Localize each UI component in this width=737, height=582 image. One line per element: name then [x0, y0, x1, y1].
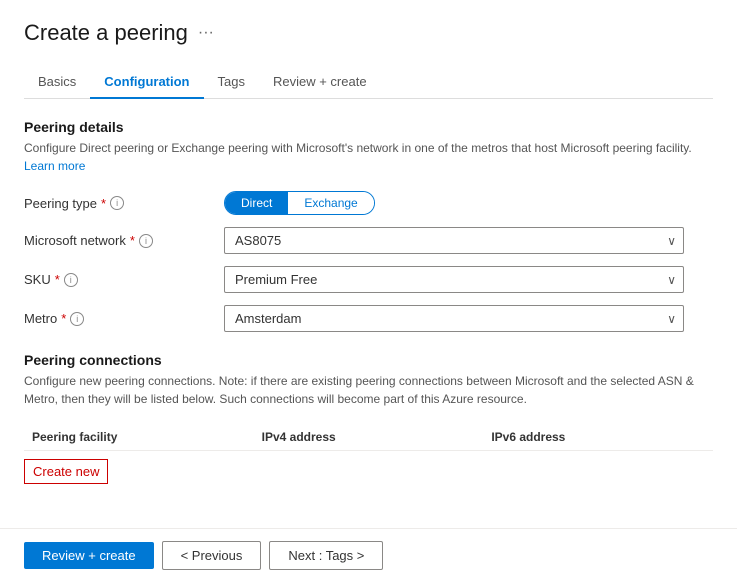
- peering-connections-title: Peering connections: [24, 352, 713, 368]
- connections-body-row: Create new: [24, 451, 713, 485]
- sku-required: *: [55, 272, 60, 287]
- metro-label: Metro * i: [24, 311, 224, 326]
- sku-select[interactable]: Premium Free: [224, 266, 684, 293]
- footer: Review + create < Previous Next : Tags >: [0, 528, 737, 582]
- microsoft-network-row: Microsoft network * i AS8075 ∨: [24, 227, 713, 254]
- col-header-ipv4: IPv4 address: [254, 424, 484, 451]
- learn-more-link[interactable]: Learn more: [24, 159, 85, 173]
- ipv4-cell: [254, 451, 484, 485]
- review-create-button[interactable]: Review + create: [24, 542, 154, 569]
- ipv6-cell: [483, 451, 713, 485]
- peering-connections-desc: Configure new peering connections. Note:…: [24, 372, 713, 408]
- microsoft-network-dropdown[interactable]: AS8075 ∨: [224, 227, 684, 254]
- previous-button[interactable]: < Previous: [162, 541, 262, 570]
- create-new-cell: Create new: [24, 451, 254, 485]
- peering-details-title: Peering details: [24, 119, 713, 135]
- create-new-link[interactable]: Create new: [24, 459, 108, 484]
- tab-review-create[interactable]: Review + create: [259, 66, 381, 99]
- microsoft-network-label: Microsoft network * i: [24, 233, 224, 248]
- microsoft-network-required: *: [130, 233, 135, 248]
- sku-label: SKU * i: [24, 272, 224, 287]
- metro-row: Metro * i Amsterdam ∨: [24, 305, 713, 332]
- peering-type-row: Peering type * i Direct Exchange: [24, 191, 713, 215]
- peering-type-label: Peering type * i: [24, 196, 224, 211]
- sku-select-wrapper: Premium Free ∨: [224, 266, 684, 293]
- toggle-direct[interactable]: Direct: [225, 192, 288, 214]
- microsoft-network-select-wrapper: AS8075 ∨: [224, 227, 684, 254]
- peering-connections-table: Peering facility IPv4 address IPv6 addre…: [24, 424, 713, 484]
- microsoft-network-select[interactable]: AS8075: [224, 227, 684, 254]
- col-header-ipv6: IPv6 address: [483, 424, 713, 451]
- microsoft-network-info-icon[interactable]: i: [139, 234, 153, 248]
- col-header-facility: Peering facility: [24, 424, 254, 451]
- metro-info-icon[interactable]: i: [70, 312, 84, 326]
- tab-basics[interactable]: Basics: [24, 66, 90, 99]
- sku-dropdown[interactable]: Premium Free ∨: [224, 266, 684, 293]
- peering-details-desc: Configure Direct peering or Exchange pee…: [24, 139, 713, 175]
- sku-info-icon[interactable]: i: [64, 273, 78, 287]
- tab-bar: Basics Configuration Tags Review + creat…: [24, 66, 713, 99]
- page-title-row: Create a peering ···: [24, 20, 713, 46]
- toggle-exchange[interactable]: Exchange: [288, 192, 373, 214]
- sku-row: SKU * i Premium Free ∨: [24, 266, 713, 293]
- metro-required: *: [61, 311, 66, 326]
- metro-dropdown[interactable]: Amsterdam ∨: [224, 305, 684, 332]
- peering-type-required: *: [101, 196, 106, 211]
- peering-type-info-icon[interactable]: i: [110, 196, 124, 210]
- next-tags-button[interactable]: Next : Tags >: [269, 541, 383, 570]
- tab-tags[interactable]: Tags: [204, 66, 259, 99]
- metro-select[interactable]: Amsterdam: [224, 305, 684, 332]
- page-title: Create a peering: [24, 20, 188, 46]
- connections-header-row: Peering facility IPv4 address IPv6 addre…: [24, 424, 713, 451]
- metro-select-wrapper: Amsterdam ∨: [224, 305, 684, 332]
- peering-type-toggle-group: Direct Exchange: [224, 191, 375, 215]
- more-options-icon[interactable]: ···: [198, 24, 214, 42]
- peering-connections-section: Peering connections Configure new peerin…: [24, 352, 713, 484]
- tab-configuration[interactable]: Configuration: [90, 66, 203, 99]
- peering-type-toggle: Direct Exchange: [224, 191, 684, 215]
